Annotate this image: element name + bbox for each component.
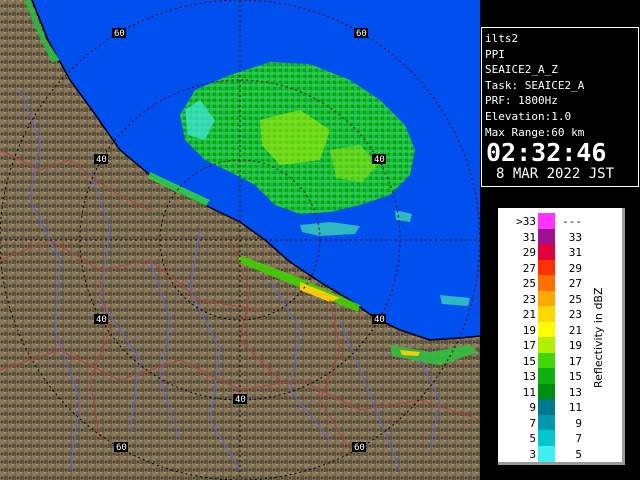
legend-high-value: 13 — [568, 385, 582, 399]
legend-low-value: 5 — [529, 432, 536, 445]
legend-color-swatch — [538, 445, 555, 462]
legend-color-swatch — [538, 244, 555, 260]
legend-color-swatch — [538, 306, 555, 322]
reflectivity-legend: >33 --- 31 33 29 31 27 29 25 27 23 25 21 23 19 21 17 19 15… — [498, 208, 625, 465]
legend-color-swatch — [538, 228, 555, 245]
ring-label-40-bottom: 40 — [235, 395, 246, 405]
legend-row: 35 — [498, 445, 622, 462]
legend-color-swatch — [538, 430, 555, 446]
legend-high-value: 9 — [575, 416, 582, 430]
legend-title: Reflectivity in dBZ — [592, 287, 605, 389]
legend-low-value: >33 — [516, 215, 536, 228]
legend-low-value: 23 — [522, 292, 536, 306]
legend-low-value: 25 — [522, 277, 536, 290]
ring-label-40-upper-left: 40 — [96, 155, 107, 165]
legend-high-value: 7 — [575, 432, 582, 445]
scan-type: PPI — [485, 47, 505, 61]
ring-label-60-bottom-left: 60 — [116, 443, 127, 453]
ring-label-60-bottom-right: 60 — [354, 443, 365, 453]
legend-high-value: 15 — [568, 370, 582, 383]
ring-label-60-top-right: 60 — [356, 29, 367, 39]
legend-high-value: 31 — [568, 246, 582, 259]
legend-high-value: 25 — [568, 292, 582, 306]
legend-color-swatch — [538, 321, 555, 338]
ring-label-60-top-left: 60 — [114, 29, 125, 39]
legend-color-swatch — [538, 399, 555, 415]
legend-color-swatch — [538, 290, 555, 307]
prf-value: PRF: 1800Hz — [485, 94, 558, 108]
legend-low-value: 27 — [522, 261, 536, 275]
product-name: SEAICE2_A_Z — [485, 63, 558, 77]
legend-color-swatch — [538, 368, 555, 384]
radar-ppi-image: 60 60 40 40 40 40 40 60 60 — [0, 0, 480, 480]
legend-low-value: 31 — [522, 230, 536, 244]
legend-color-swatch — [538, 337, 555, 353]
elevation-value: Elevation:1.0 — [485, 109, 572, 123]
legend-low-value: 13 — [522, 370, 536, 383]
legend-low-value: 17 — [522, 339, 536, 352]
ring-label-40-upper-right: 40 — [374, 155, 385, 165]
legend-high-value: --- — [562, 215, 582, 228]
scan-date: 8 MAR 2022 JST — [496, 166, 615, 183]
legend-high-value: 29 — [568, 261, 582, 275]
legend-high-value: 23 — [568, 308, 582, 321]
legend-low-value: 19 — [522, 323, 536, 337]
legend-low-value: 15 — [522, 354, 536, 368]
legend-high-value: 27 — [568, 277, 582, 290]
legend-color-swatch — [538, 275, 555, 291]
legend-low-value: 21 — [522, 308, 536, 321]
radar-map: 60 60 40 40 40 40 40 60 60 — [0, 0, 480, 480]
legend-high-value: 21 — [568, 323, 582, 337]
legend-color-swatch — [538, 213, 555, 229]
legend-row: 57 — [498, 430, 622, 446]
scan-time: 02:32:46 — [486, 138, 607, 168]
legend-low-value: 29 — [522, 246, 536, 259]
legend-low-value: 7 — [529, 416, 536, 430]
ring-label-40-lower-right: 40 — [374, 315, 385, 325]
legend-high-value: 19 — [568, 339, 582, 352]
legend-high-value: 33 — [568, 230, 582, 244]
legend-row: 31 33 — [498, 228, 622, 245]
legend-high-value: 11 — [568, 401, 582, 414]
legend-low-value: 3 — [529, 447, 536, 461]
legend-low-value: 11 — [522, 385, 536, 399]
legend-color-swatch — [538, 414, 555, 431]
legend-color-swatch — [538, 259, 555, 276]
radar-name: ilts2 — [485, 32, 519, 45]
legend-color-swatch — [538, 383, 555, 400]
legend-color-swatch — [538, 352, 555, 369]
legend-low-value: 9 — [529, 401, 536, 414]
ring-label-40-lower-left: 40 — [96, 315, 107, 325]
legend-row: 29 31 — [498, 244, 622, 260]
legend-row: >33 --- — [498, 213, 622, 229]
legend-row: 79 — [498, 414, 622, 431]
task-name: Task: SEAICE2_A — [485, 78, 585, 92]
product-info-panel: ilts2 PPI SEAICE2_A_Z Task: SEAICE2_A PR… — [481, 27, 639, 187]
legend-high-value: 17 — [568, 354, 582, 368]
legend-high-value: 5 — [575, 447, 582, 461]
